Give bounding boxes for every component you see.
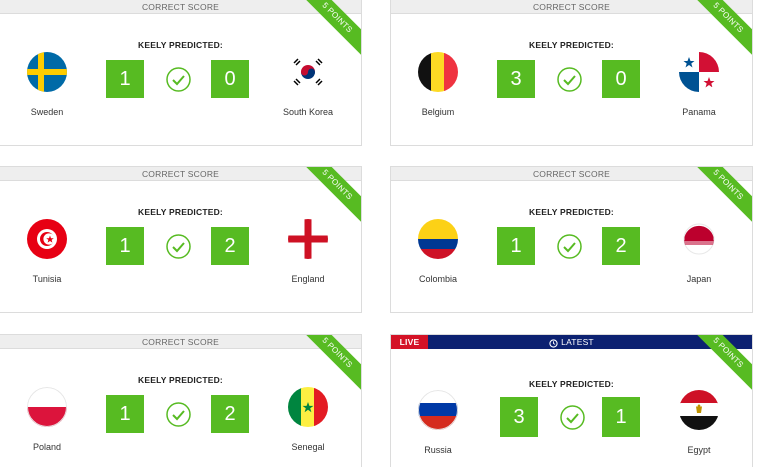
home-score: 3 [497,60,535,98]
away-team-name: Japan [686,274,712,284]
home-team-name: Colombia [418,274,458,284]
latest-text: LATEST [561,337,594,347]
predicted-label: KEELY PREDICTED: [529,207,614,217]
away-score: 2 [211,227,249,265]
check-icon [166,402,191,427]
home-score: 1 [497,227,535,265]
card-header: CORRECT SCORE [0,0,361,14]
home-team-name: Sweden [30,107,64,117]
egypt-flag-icon [679,390,719,430]
south-korea-flag-icon [288,52,328,92]
home-score: 1 [106,395,144,433]
check-icon [557,234,582,259]
home-score: 1 [106,227,144,265]
colombia-flag-icon [418,219,458,259]
prediction-card-poland-senegal[interactable]: CORRECT SCORE 5 POINTS KEELY PREDICTED: … [0,334,362,467]
belgium-flag-icon [418,52,458,92]
prediction-card-russia-egypt[interactable]: LIVE LATEST 5 POINTS KEELY PREDICTED: Ru… [390,334,753,467]
home-team-name: Belgium [421,107,455,117]
predicted-label: KEELY PREDICTED: [138,40,223,50]
poland-flag-icon [27,387,67,427]
predicted-label: KEELY PREDICTED: [138,207,223,217]
away-team-name: Panama [682,107,716,117]
latest-label: LATEST [549,335,594,349]
england-flag-icon [288,219,328,259]
away-team-name: Senegal [291,442,325,452]
card-header: CORRECT SCORE [0,167,361,181]
clock-icon [549,338,558,348]
away-team-name: Egypt [687,445,711,455]
home-team-name: Tunisia [32,274,62,284]
check-icon [166,67,191,92]
away-score: 2 [211,395,249,433]
live-badge: LIVE [391,335,428,349]
check-icon [166,234,191,259]
live-header: LIVE LATEST [391,335,752,349]
russia-flag-icon [418,390,458,430]
away-score: 0 [602,60,640,98]
predicted-label: KEELY PREDICTED: [529,40,614,50]
home-team-name: Poland [32,442,62,452]
tunisia-flag-icon [27,219,67,259]
card-header: CORRECT SCORE [0,335,361,349]
check-icon [557,67,582,92]
away-score: 0 [211,60,249,98]
home-team-name: Russia [424,445,452,455]
prediction-card-colombia-japan[interactable]: CORRECT SCORE 5 POINTS KEELY PREDICTED: … [390,166,753,313]
away-team-name: South Korea [282,107,334,117]
home-score: 1 [106,60,144,98]
predicted-label: KEELY PREDICTED: [529,379,614,389]
away-team-name: England [291,274,325,284]
panama-flag-icon [679,52,719,92]
prediction-card-tunisia-england[interactable]: CORRECT SCORE 5 POINTS KEELY PREDICTED: … [0,166,362,313]
away-score: 2 [602,227,640,265]
prediction-card-belgium-panama[interactable]: CORRECT SCORE 5 POINTS KEELY PREDICTED: … [390,0,753,146]
card-header: CORRECT SCORE [391,167,752,181]
senegal-flag-icon [288,387,328,427]
predicted-label: KEELY PREDICTED: [138,375,223,385]
card-header: CORRECT SCORE [391,0,752,14]
home-score: 3 [500,397,538,437]
japan-flag-icon [679,219,719,259]
prediction-card-sweden-south-korea[interactable]: CORRECT SCORE 5 POINTS KEELY PREDICTED: … [0,0,362,146]
away-score: 1 [602,397,640,437]
check-icon [560,405,585,430]
sweden-flag-icon [27,52,67,92]
